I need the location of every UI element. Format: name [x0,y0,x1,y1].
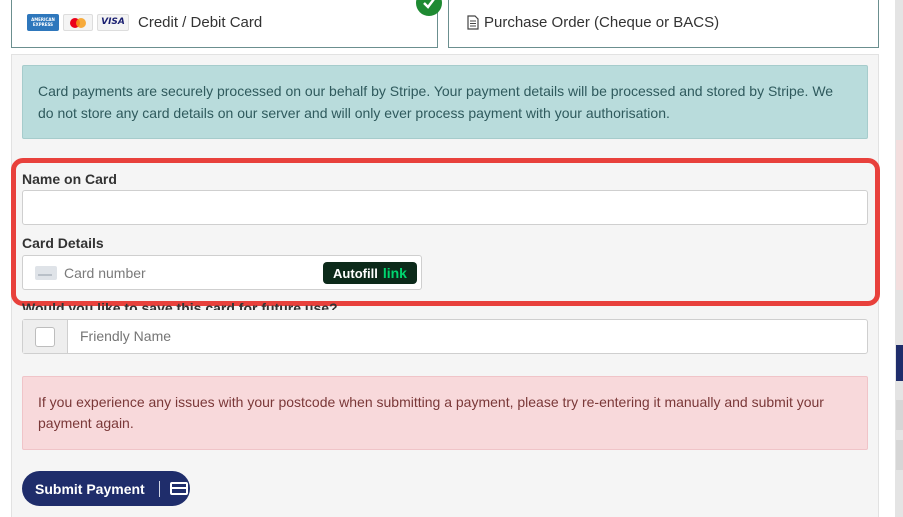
document-icon [467,14,479,30]
postcode-warning-message: If you experience any issues with your p… [22,376,868,450]
submit-payment-label: Submit Payment [35,480,145,497]
tab-credit-debit-card[interactable]: AMERICAN EXPRESS VISA Credit / Debit Car… [11,0,438,48]
save-card-row [22,319,868,354]
credit-card-icon [169,482,188,495]
backdrop-edge-navy [896,345,903,381]
tab-po-label: Purchase Order (Cheque or BACS) [484,13,720,31]
card-details-label: Card Details [22,235,104,251]
backdrop-edge-gray [896,440,903,470]
button-divider [158,480,160,497]
autofill-label: Autofill [333,265,378,281]
card-number-input[interactable]: Card number Autofill link [22,255,422,290]
backdrop-strip [878,0,895,517]
save-card-checkbox[interactable] [35,326,55,347]
submit-payment-button[interactable]: Submit Payment [22,471,190,506]
autofill-link-button[interactable]: Autofill link [323,262,417,284]
backdrop-edge-gray [896,400,903,430]
backdrop-edge-pink [896,140,903,290]
friendly-name-input[interactable] [80,328,780,344]
mastercard-logo [63,13,93,31]
save-card-checkbox-wrap [23,320,68,353]
name-on-card-label: Name on Card [22,171,117,187]
payment-page: AMERICAN EXPRESS VISA Credit / Debit Car… [0,0,903,517]
tab-card-label: Credit / Debit Card [138,13,263,31]
stripe-info-message: Card payments are securely processed on … [22,65,868,139]
amex-logo: AMERICAN EXPRESS [27,13,59,31]
card-placeholder-icon [35,265,57,280]
card-number-placeholder: Card number [64,264,146,281]
save-card-label: Would you like to save this card for fut… [22,300,338,310]
tab-purchase-order[interactable]: Purchase Order (Cheque or BACS) [448,0,879,48]
name-on-card-input[interactable] [22,190,868,225]
link-brand-label: link [382,265,407,281]
visa-logo: VISA [97,13,129,31]
